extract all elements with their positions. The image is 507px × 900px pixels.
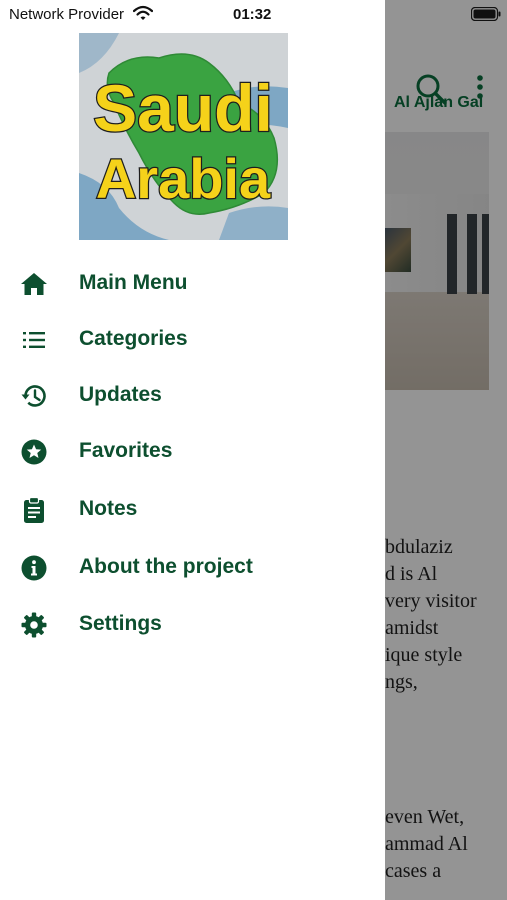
status-bar: Network Provider 01:32 [0,0,507,30]
menu-item-updates[interactable]: Updates [0,368,385,424]
menu-item-label: Favorites [79,439,173,462]
menu-item-main-menu[interactable]: Main Menu [0,256,385,312]
carrier-name: Network Provider [9,6,125,23]
history-icon [21,385,46,407]
menu-item-categories[interactable]: Categories [0,312,385,368]
menu-item-label: Main Menu [79,271,188,294]
saudi-arabia-logo: Saudi Arabia [79,33,288,240]
clipboard-icon [24,496,44,523]
menu-item-about-the-project[interactable]: About the project [0,540,385,596]
status-time: 01:32 [233,6,272,23]
logo-title-line1: Saudi [93,71,273,145]
menu-item-label: Notes [79,497,138,520]
menu-item-label: Settings [79,612,162,635]
star-circle-icon [21,439,47,465]
menu-item-label: About the project [79,555,253,578]
menu-item-favorites[interactable]: Favorites [0,424,385,480]
home-icon [21,273,47,295]
menu-item-label: Categories [79,327,188,350]
menu-item-label: Updates [79,383,162,406]
gear-icon [21,612,47,638]
logo-title-line2: Arabia [96,147,271,210]
battery-icon [471,7,501,21]
navigation-drawer: Saudi Arabia Main Menu Categories Update… [0,0,385,900]
menu-item-notes[interactable]: Notes [0,482,385,538]
info-icon [21,555,47,581]
menu-item-settings[interactable]: Settings [0,597,385,653]
list-icon [23,332,45,348]
wifi-icon [133,5,153,20]
